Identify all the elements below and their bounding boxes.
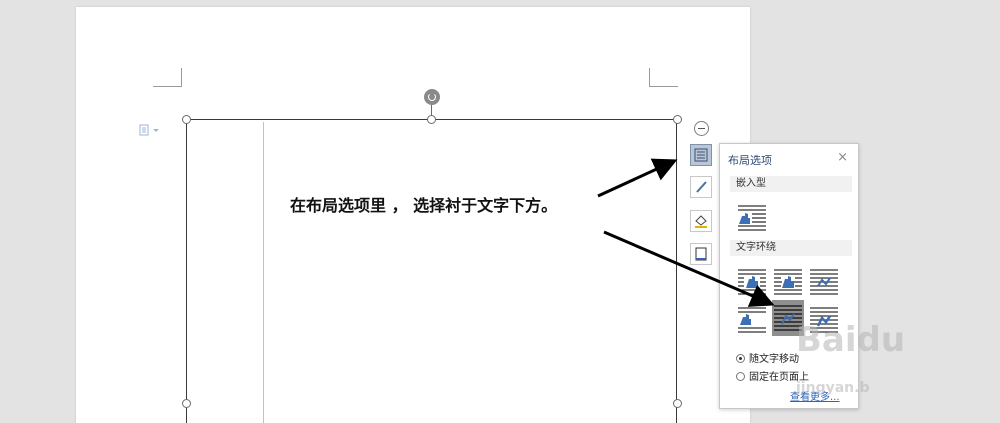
arrow-to-behind-text-option bbox=[603, 230, 775, 307]
watermark-brand: Baidu bbox=[796, 320, 906, 360]
watermark-sub: jingyan.b bbox=[796, 380, 870, 396]
arrow-to-layout-button bbox=[597, 158, 678, 198]
